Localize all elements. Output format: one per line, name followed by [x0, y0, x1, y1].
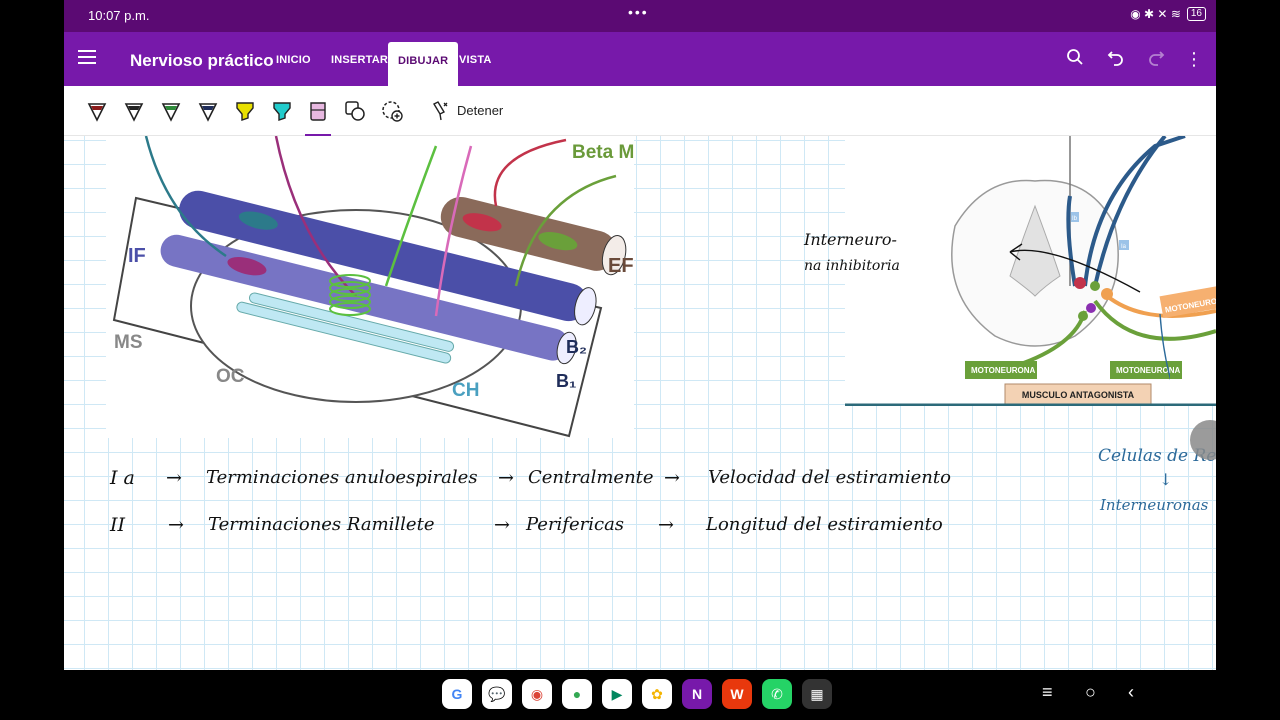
android-taskbar: G 💬 ◉ ● ▶ ✿ N W ✆ ▦ ≡ ○ ‹	[0, 670, 1280, 720]
more-options-icon[interactable]: ⋮	[1183, 48, 1205, 70]
notebook-title: Nervioso práctico	[130, 51, 274, 70]
pen-black-icon[interactable]	[121, 98, 147, 124]
messages-app-icon[interactable]: 💬	[482, 679, 512, 709]
ink-row2-arrow1: →	[168, 514, 184, 536]
wps-app-icon[interactable]: W	[722, 679, 752, 709]
stop-ink-icon[interactable]	[428, 98, 454, 124]
highlighter-yellow-icon[interactable]	[232, 98, 258, 124]
label-ch: CH	[452, 380, 479, 401]
back-icon[interactable]: ‹	[1128, 682, 1134, 703]
ink-arrow-down: ↓	[1159, 470, 1173, 489]
assistant-app-icon[interactable]: ●	[562, 679, 592, 709]
redo-icon[interactable]	[1145, 48, 1167, 70]
pen-dark-red-icon[interactable]	[84, 98, 110, 124]
label-beta-mn: Beta MN	[572, 142, 634, 163]
onenote-app-icon[interactable]: N	[682, 679, 712, 709]
whatsapp-app-icon[interactable]: ✆	[762, 679, 792, 709]
label-ib: Ib	[1072, 216, 1078, 222]
draw-toolbar: Detener	[64, 86, 1216, 136]
status-bar: 10:07 p.m. ••• ◉ ✱ ✕ ≋ 16	[64, 0, 1216, 32]
status-dots: •••	[628, 4, 649, 20]
tab-inicio[interactable]: INICIO	[276, 54, 311, 66]
ink-row2-terminaciones: Terminaciones Ramillete	[208, 514, 435, 535]
status-icons: ◉ ✱ ✕ ≋ 16	[1130, 7, 1206, 21]
ink-row2-location: Perifericas	[526, 514, 625, 535]
app-bar: Nervioso práctico INICIO INSERTAR DIBUJA…	[64, 32, 1216, 86]
ink-interneuronas: Interneuronas	[1100, 496, 1209, 514]
all-apps-icon[interactable]: ▦	[802, 679, 832, 709]
ink-row1-arrow1: →	[166, 467, 182, 489]
note-canvas[interactable]: Beta MN IF EF MS OC CH B₂ B₁	[64, 134, 1216, 670]
pen-navy-icon[interactable]	[195, 98, 221, 124]
tab-insertar[interactable]: INSERTAR	[331, 54, 388, 66]
tab-dibujar[interactable]: DIBUJAR	[388, 42, 459, 86]
stop-ink-label[interactable]: Detener	[457, 103, 503, 118]
tab-vista[interactable]: VISTA	[459, 54, 492, 66]
ink-row2-arrow2: →	[494, 514, 510, 536]
label-ef: EF	[608, 255, 634, 277]
pen-green-icon[interactable]	[158, 98, 184, 124]
ink-row1-type: I a	[110, 467, 135, 489]
chrome-app-icon[interactable]: ◉	[522, 679, 552, 709]
label-if: IF	[128, 245, 146, 267]
onenote-window: 10:07 p.m. ••• ◉ ✱ ✕ ≋ 16 Nervioso práct…	[64, 0, 1216, 670]
label-b2: B₂	[566, 337, 587, 357]
ink-arrows	[1009, 243, 1170, 381]
status-time: 10:07 p.m.	[88, 8, 150, 23]
ink-row2-arrow3: →	[658, 514, 674, 536]
play-store-app-icon[interactable]: ▶	[602, 679, 632, 709]
highlighter-pink-icon[interactable]	[305, 98, 331, 136]
muscle-spindle-diagram[interactable]: Beta MN IF EF MS OC CH B₂ B₁	[106, 135, 648, 438]
home-icon[interactable]: ○	[1085, 682, 1096, 703]
shapes-icon[interactable]	[342, 98, 368, 124]
hamburger-menu-icon[interactable]	[78, 50, 96, 64]
ink-row1-arrow3: →	[664, 467, 680, 489]
ink-interneurona-1: Interneuro-	[804, 230, 897, 249]
app-dock: G 💬 ◉ ● ▶ ✿ N W ✆ ▦	[442, 679, 832, 709]
label-b1: B₁	[556, 371, 576, 391]
ink-row2-type: II	[110, 514, 126, 536]
ink-row1-terminaciones: Terminaciones anuloespirales	[206, 467, 478, 488]
undo-icon[interactable]	[1105, 48, 1127, 70]
wifi-icon: ◉ ✱ ✕ ≋	[1130, 7, 1181, 21]
ink-interneurona-2: na inhibitoria	[804, 258, 900, 274]
ink-row1-arrow2: →	[498, 467, 514, 489]
ink-row1-velocidad: Velocidad del estiramiento	[708, 467, 951, 488]
lasso-select-icon[interactable]	[379, 98, 405, 124]
ink-row2-longitud: Longitud del estiramiento	[706, 514, 943, 535]
recents-icon[interactable]: ≡	[1042, 682, 1053, 703]
search-icon[interactable]	[1064, 48, 1086, 70]
label-oc: OC	[216, 366, 245, 387]
highlighter-cyan-icon[interactable]	[269, 98, 295, 124]
ink-row1-location: Centralmente	[528, 467, 654, 488]
photos-app-icon[interactable]: ✿	[642, 679, 672, 709]
label-ms: MS	[114, 332, 143, 353]
battery-icon: 16	[1186, 7, 1206, 21]
google-app-icon[interactable]: G	[442, 679, 472, 709]
